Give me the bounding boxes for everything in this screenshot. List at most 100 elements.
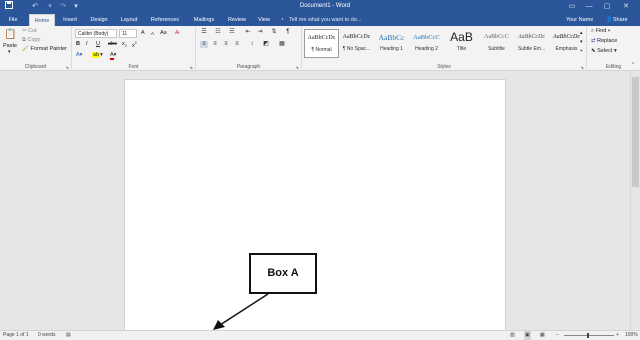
format-painter-label: Format Painter [30,46,67,52]
tab-home[interactable]: Home [29,14,55,26]
paste-dropdown-icon[interactable]: ▾ [8,49,11,55]
share-button[interactable]: 👤Share [606,14,628,26]
format-painter-button[interactable]: 🖌 Format Painter [22,46,67,52]
font-name-select[interactable]: Calibri (Body) [75,29,117,38]
shrink-font-button[interactable]: A [151,31,154,36]
tab-layout[interactable]: Layout [116,14,142,26]
share-label: Share [612,17,628,23]
text-effects-icon[interactable]: A▾ [76,52,82,58]
align-left-icon[interactable]: ≡ [200,41,208,48]
tab-design[interactable]: Design [86,14,112,26]
copy-button[interactable]: ⧉ Copy [22,37,40,44]
change-case-button[interactable]: Aa [160,30,167,36]
bullets-icon[interactable]: ☰ [200,29,208,36]
search-icon: ⌕ [591,28,595,34]
select-button[interactable]: ⬉ Select ▾ [591,48,617,54]
scrollbar-thumb[interactable] [632,77,639,187]
tell-me-input[interactable]: Tell me what you want to do... [289,14,361,26]
undo-icon[interactable]: ↶ [30,1,40,12]
customize-icon[interactable]: ▾ [72,1,80,12]
numbering-icon[interactable]: ☷ [214,29,222,36]
borders-icon[interactable]: ▦ [278,41,286,48]
collapse-ribbon-icon[interactable]: ⌃ [631,62,635,68]
close-icon[interactable]: ✕ [620,1,632,12]
style-no-spacing[interactable]: AaBbCcDc ¶ No Spac... [339,29,374,58]
styles-more-icon[interactable]: ⩡ [580,48,583,54]
font-color-icon: A [110,52,114,60]
strikethrough-button[interactable]: abc [108,41,117,47]
tab-insert[interactable]: Insert [58,14,82,26]
page-count[interactable]: Page 1 of 1 [3,331,29,340]
styles-scroll-up-icon[interactable]: ▴ [580,30,583,36]
show-marks-icon[interactable]: ¶ [284,29,292,36]
web-layout-icon[interactable]: ▦ [540,331,545,340]
zoom-slider-thumb[interactable] [587,333,589,338]
zoom-in-icon[interactable]: + [616,331,619,340]
scissors-icon: ✂ [22,28,27,34]
italic-button[interactable]: I [86,41,88,47]
status-bar: Page 1 of 1 0 words ▤ ▥ ▣ ▦ − + 100% [0,330,640,340]
find-button[interactable]: ⌕ Find ▾ [591,28,610,35]
style-title[interactable]: AaB Title [444,29,479,58]
styles-launcher-icon[interactable]: ⬊ [581,65,584,70]
subscript-button[interactable]: x2 [122,41,127,48]
style-heading-1[interactable]: AaBbCc Heading 1 [374,29,409,58]
redo-icon[interactable]: ↷ [58,1,68,12]
dropdown-icon[interactable]: ▾ [46,1,54,12]
increase-indent-icon[interactable]: ⇥ [256,29,264,36]
grow-font-button[interactable]: A [141,30,145,36]
line-spacing-icon[interactable]: ↕ [248,41,256,48]
style-emphasis[interactable]: AaBbCcDc Emphasis [549,29,584,58]
cut-button[interactable]: ✂ Cut [22,28,37,34]
ribbon-display-icon[interactable]: ▭ [566,1,578,12]
font-size-select[interactable]: 11 [119,29,137,38]
bold-button[interactable]: B [76,41,80,47]
font-group: Calibri (Body) 11 A A Aa A̷ B I U abc x2… [72,26,196,71]
align-center-icon[interactable]: ≡ [211,41,219,48]
clear-formatting-icon[interactable]: A̷ [175,30,179,36]
zoom-out-icon[interactable]: − [556,331,559,340]
replace-button[interactable]: ⇄ Replace [591,38,617,44]
sort-icon[interactable]: ⇅ [270,29,278,36]
minimize-icon[interactable]: — [583,1,595,12]
styles-label: Styles [437,64,451,70]
font-launcher-icon[interactable]: ⬊ [190,65,193,70]
word-count[interactable]: 0 words [38,331,56,340]
style-subtitle[interactable]: AaBbCcC Subtitle [479,29,514,58]
zoom-level[interactable]: 100% [625,331,638,340]
style-name: Heading 1 [380,46,403,52]
tab-references[interactable]: References [146,14,184,26]
vertical-scrollbar[interactable] [630,71,640,330]
highlight-button[interactable]: ab▾ [92,52,103,58]
tab-file[interactable]: File [3,14,23,26]
justify-icon[interactable]: ≡ [233,41,241,48]
shading-icon[interactable]: ◩ [262,41,270,48]
proofing-icon[interactable]: ▤ [66,331,71,340]
align-right-icon[interactable]: ≡ [222,41,230,48]
style-name: Heading 2 [415,46,438,52]
underline-button[interactable]: U [96,41,100,47]
style-normal[interactable]: AaBbCcDc ¶ Normal [304,29,339,58]
user-name[interactable]: Your Name [566,14,593,26]
print-layout-icon[interactable]: ▣ [524,331,531,340]
clipboard-launcher-icon[interactable]: ⬊ [66,65,69,70]
styles-scroll-down-icon[interactable]: ▾ [580,39,583,45]
decrease-indent-icon[interactable]: ⇤ [244,29,252,36]
multilevel-list-icon[interactable]: ☵ [228,29,236,36]
maximize-icon[interactable]: ▢ [601,1,613,12]
font-color-button[interactable]: A▾ [110,52,116,60]
tab-review[interactable]: Review [224,14,250,26]
paragraph-launcher-icon[interactable]: ⬊ [296,65,299,70]
tab-mailings[interactable]: Mailings [188,14,220,26]
save-icon[interactable] [4,1,14,12]
read-mode-icon[interactable]: ▥ [510,331,515,340]
zoom-slider[interactable] [564,335,614,336]
person-icon: 👤 [606,17,613,23]
style-subtle-emphasis[interactable]: AaBbCcDc Subtle Em... [514,29,549,58]
superscript-button[interactable]: x2 [132,41,137,49]
paste-icon[interactable]: 📋 [4,29,16,41]
style-name: Emphasis [555,46,578,52]
style-heading-2[interactable]: AaBbCcC Heading 2 [409,29,444,58]
copy-icon: ⧉ [22,37,26,43]
tab-view[interactable]: View [254,14,274,26]
